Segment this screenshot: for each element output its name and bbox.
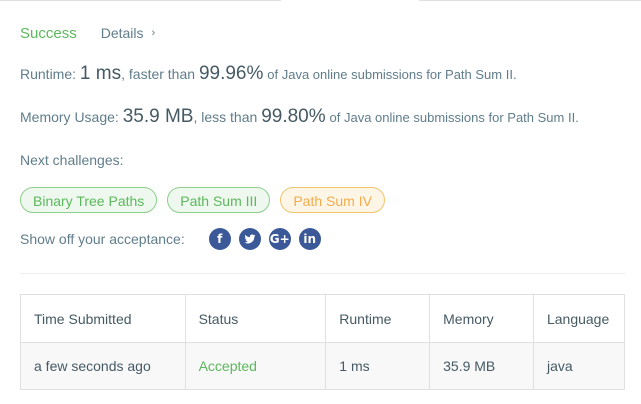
column-header-language[interactable]: Language <box>532 294 626 343</box>
column-header-runtime[interactable]: Runtime <box>325 294 431 343</box>
section-divider <box>20 273 625 274</box>
twitter-icon[interactable] <box>238 228 261 250</box>
challenge-tag-path-sum-iii[interactable]: Path Sum III <box>167 187 271 213</box>
social-buttons: f G+ in <box>208 228 329 250</box>
cell-time-submitted: a few seconds ago <box>20 342 186 390</box>
runtime-value: 1 ms <box>79 63 122 84</box>
next-challenges-label: Next challenges: <box>20 152 124 168</box>
challenge-tag-path-sum-iv[interactable]: Path Sum IV <box>280 187 385 213</box>
share-label: Show off your acceptance: <box>20 231 185 247</box>
success-status: Success <box>20 24 77 42</box>
column-header-time-submitted[interactable]: Time Submitted <box>20 294 186 343</box>
memory-percent: 99.80% <box>261 106 326 127</box>
next-challenges-list: Binary Tree Paths Path Sum III Path Sum … <box>20 187 395 213</box>
memory-suffix: of Java online submissions for Path Sum … <box>329 110 579 125</box>
runtime-label: Runtime: <box>20 66 77 82</box>
google-plus-icon[interactable]: G+ <box>268 228 291 250</box>
result-header: Success Details › <box>20 23 155 43</box>
runtime-stat: Runtime: 1 ms, faster than 99.96% of Jav… <box>20 63 517 85</box>
cell-status-accepted[interactable]: Accepted <box>184 342 327 390</box>
challenge-tag-binary-tree-paths[interactable]: Binary Tree Paths <box>20 187 158 213</box>
linkedin-icon[interactable]: in <box>298 228 321 250</box>
memory-value: 35.9 MB <box>122 106 194 127</box>
runtime-comparison: , faster than <box>121 66 196 82</box>
column-header-memory[interactable]: Memory <box>429 294 534 343</box>
details-link[interactable]: Details › <box>101 25 155 41</box>
submissions-table: Time Submitted Status Runtime Memory Lan… <box>20 294 626 390</box>
cell-memory: 35.9 MB <box>429 342 534 390</box>
twitter-bird-glyph <box>244 234 256 244</box>
cell-runtime: 1 ms <box>325 342 431 390</box>
table-header-row: Time Submitted Status Runtime Memory Lan… <box>20 294 626 343</box>
table-row[interactable]: a few seconds ago Accepted 1 ms 35.9 MB … <box>20 342 626 390</box>
column-header-status[interactable]: Status <box>184 294 327 343</box>
memory-stat: Memory Usage: 35.9 MB, less than 99.80% … <box>20 106 579 128</box>
runtime-suffix: of Java online submissions for Path Sum … <box>267 67 517 82</box>
active-tab-gap <box>281 0 419 2</box>
share-row: Show off your acceptance: f G+ in <box>20 228 329 250</box>
cell-language: java <box>532 342 626 390</box>
runtime-percent: 99.96% <box>198 63 264 84</box>
details-label: Details <box>100 25 144 41</box>
memory-label: Memory Usage: <box>20 109 119 125</box>
facebook-icon[interactable]: f <box>208 228 231 250</box>
chevron-right-icon: › <box>151 27 156 39</box>
memory-comparison: , less than <box>193 109 258 125</box>
